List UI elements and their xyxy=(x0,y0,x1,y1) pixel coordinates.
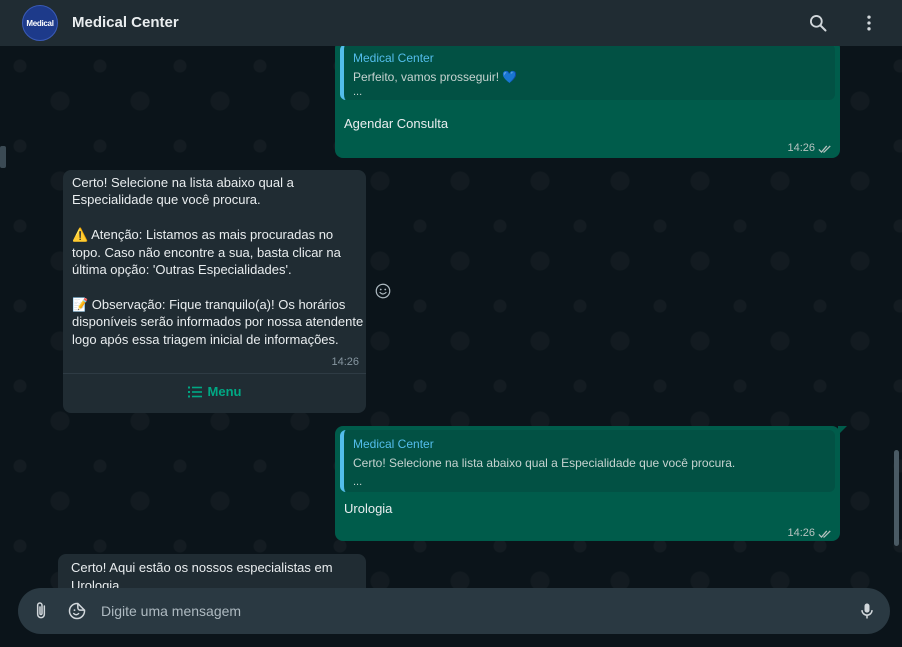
quote-text: Perfeito, vamos prosseguir! 💙 xyxy=(353,70,518,84)
outgoing-message[interactable]: Medical Center Certo! Selecione na lista… xyxy=(335,426,840,541)
microphone-icon[interactable] xyxy=(857,601,877,621)
react-emoji-icon[interactable] xyxy=(374,282,392,300)
message-text: Certo! Aqui estão os nossos especialista… xyxy=(71,559,333,588)
message-time: 14:26 xyxy=(787,527,815,539)
message-input[interactable]: Digite uma mensagem xyxy=(18,588,890,634)
quote-ellipsis: ... xyxy=(353,476,363,488)
double-check-icon xyxy=(818,530,831,538)
quote-text: Certo! Selecione na lista abaixo qual a … xyxy=(353,456,736,470)
message-time: 14:26 xyxy=(787,142,815,154)
sticker-icon[interactable] xyxy=(67,601,87,621)
text-line: logo após essa triagem inicial de inform… xyxy=(72,331,339,347)
composer: Digite uma mensagem xyxy=(0,588,902,647)
menu-kebab-icon[interactable] xyxy=(859,13,879,33)
chat-title[interactable]: Medical Center xyxy=(72,14,179,31)
menu-label: Menu xyxy=(207,384,242,400)
quote-author: Medical Center xyxy=(353,51,434,65)
quoted-message[interactable]: Medical Center Perfeito, vamos prossegui… xyxy=(340,46,835,100)
attach-icon[interactable] xyxy=(31,601,51,621)
search-icon[interactable] xyxy=(808,13,828,33)
text-line: disponíveis serão informados por nossa a… xyxy=(72,314,364,330)
chat-header: Medical Medical Center xyxy=(0,0,902,46)
list-icon xyxy=(187,386,202,398)
message-text: Urologia xyxy=(344,501,393,516)
avatar[interactable]: Medical xyxy=(22,5,58,41)
message-meta: 14:26 xyxy=(787,140,832,158)
quote-author: Medical Center xyxy=(353,437,434,451)
text-line: Urologia. xyxy=(71,577,124,589)
message-placeholder: Digite uma mensagem xyxy=(101,603,242,619)
quote-ellipsis: ... xyxy=(353,86,363,98)
text-line: ⚠️ Atenção: Listamos as mais procuradas … xyxy=(72,227,334,243)
message-text: Certo! Selecione na lista abaixo qual a … xyxy=(72,174,363,348)
outgoing-message[interactable]: Medical Center Perfeito, vamos prossegui… xyxy=(335,46,840,158)
text-line: 📝 Observação: Fique tranquilo(a)! Os hor… xyxy=(72,296,346,312)
message-meta: 14:26 xyxy=(787,525,832,543)
incoming-message[interactable]: Certo! Aqui estão os nossos especialista… xyxy=(58,554,366,588)
list-menu-button[interactable]: Menu xyxy=(63,374,366,410)
incoming-message[interactable]: Certo! Selecione na lista abaixo qual a … xyxy=(63,170,366,413)
message-time: 14:26 xyxy=(331,356,359,368)
text-line: Certo! Aqui estão os nossos especialista… xyxy=(71,560,333,575)
text-line: Especialidade que você procura. xyxy=(72,192,261,208)
quoted-message[interactable]: Medical Center Certo! Selecione na lista… xyxy=(340,430,835,492)
double-check-icon xyxy=(818,145,831,153)
left-scroll-indicator xyxy=(0,146,6,168)
message-meta: 14:26 xyxy=(331,354,359,372)
text-line: última opção: 'Outras Especialidades'. xyxy=(72,262,292,278)
text-line: Certo! Selecione na lista abaixo qual a xyxy=(72,175,294,190)
text-line: topo. Caso não encontre a sua, basta cli… xyxy=(72,244,341,260)
scrollbar[interactable] xyxy=(894,450,899,546)
message-text: Agendar Consulta xyxy=(344,116,449,131)
avatar-label: Medical xyxy=(26,18,54,28)
chat-area[interactable]: Medical Center Perfeito, vamos prossegui… xyxy=(0,46,902,588)
bubble-tail xyxy=(838,426,847,435)
